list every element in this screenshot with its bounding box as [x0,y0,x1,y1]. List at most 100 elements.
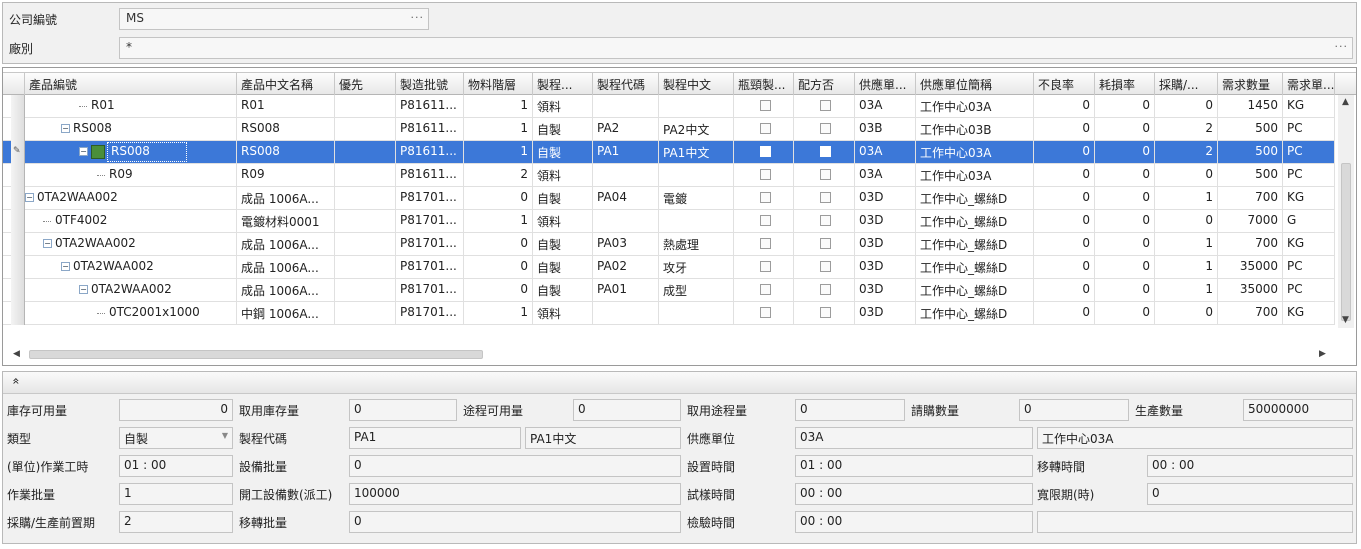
supp-cell[interactable]: 03D [855,233,916,256]
qty-cell[interactable]: 1450 [1218,95,1283,118]
bottleneck-checkbox[interactable] [734,279,794,302]
table-row[interactable]: R09 R09 P81611... 2 領料 03A 工作中心03A 0 0 0 500 PC [3,164,1335,187]
supp-cell[interactable]: 03D [855,187,916,210]
tree-cell[interactable]: R09 [25,164,237,187]
pname-cell[interactable]: PA1中文 [659,141,734,164]
bottleneck-checkbox[interactable] [734,256,794,279]
scroll-down-icon[interactable]: ▼ [1342,315,1349,325]
batch-cell[interactable]: P81611... [396,164,464,187]
checkbox[interactable] [820,146,831,157]
formula-checkbox[interactable] [794,256,855,279]
lead-field[interactable]: 2 [119,511,233,533]
suppname-cell[interactable]: 工作中心03B [916,118,1034,141]
tree-collapse-icon[interactable]: − [25,193,34,202]
defect-cell[interactable]: 0 [1034,302,1095,325]
defect-cell[interactable]: 0 [1034,164,1095,187]
supp-cell[interactable]: 03B [855,118,916,141]
checkbox[interactable] [820,215,831,226]
row-indicator[interactable] [11,210,25,233]
formula-checkbox[interactable] [794,141,855,164]
level-cell[interactable]: 0 [464,233,533,256]
checkbox[interactable] [760,100,771,111]
pname-cell[interactable]: 熱處理 [659,233,734,256]
transit-avail-field[interactable]: 0 [573,399,681,421]
pri-cell[interactable] [335,233,396,256]
row-indicator[interactable] [11,233,25,256]
supp-cell[interactable]: 03D [855,279,916,302]
pcode-cell[interactable] [593,302,659,325]
purch-cell[interactable]: 2 [1155,141,1218,164]
unit-cell[interactable]: PC [1283,256,1335,279]
loss-cell[interactable]: 0 [1095,210,1155,233]
loss-cell[interactable]: 0 [1095,233,1155,256]
batch-cell[interactable]: P81701... [396,279,464,302]
suppname-cell[interactable]: 工作中心_螺絲D [916,279,1034,302]
checkbox[interactable] [760,215,771,226]
loss-cell[interactable]: 0 [1095,302,1155,325]
take-stock-field[interactable]: 0 [349,399,457,421]
pcode-cell[interactable]: PA2 [593,118,659,141]
level-cell[interactable]: 0 [464,256,533,279]
name-cell[interactable]: RS008 [237,141,335,164]
scroll-up-icon[interactable]: ▲ [1342,97,1349,107]
tree-collapse-icon[interactable]: − [43,239,52,248]
row-indicator[interactable] [11,118,25,141]
tree-cell[interactable]: −0TA2WAA002 [25,256,237,279]
table-row[interactable]: −0TA2WAA002 成品 1006A... P81701... 0 自製 PA03 熱處… [3,233,1335,256]
extra-field[interactable] [1037,511,1353,533]
scroll-left-icon[interactable]: ◀ [13,349,20,359]
table-row[interactable]: −0TA2WAA002 成品 1006A... P81701... 0 自製 PA02 攻牙… [3,256,1335,279]
horizontal-scroll-thumb[interactable] [29,350,483,359]
formula-checkbox[interactable] [794,302,855,325]
checkbox[interactable] [760,307,771,318]
tree-cell[interactable]: −0TA2WAA002 [25,187,237,210]
bottleneck-checkbox[interactable] [734,302,794,325]
purchase-qty-field[interactable]: 0 [1019,399,1129,421]
tree-collapse-icon[interactable]: − [79,147,88,156]
tree-cell[interactable]: −0TA2WAA002 [25,279,237,302]
supp-cell[interactable]: 03A [855,95,916,118]
proc-cell[interactable]: 自製 [533,279,593,302]
name-cell[interactable]: 成品 1006A... [237,187,335,210]
proc-cell[interactable]: 自製 [533,118,593,141]
company-lookup-icon[interactable]: ··· [411,11,425,24]
name-cell[interactable]: 成品 1006A... [237,233,335,256]
equip-batch-field[interactable]: 0 [349,455,681,477]
level-cell[interactable]: 0 [464,279,533,302]
checkbox[interactable] [820,123,831,134]
loss-cell[interactable]: 0 [1095,164,1155,187]
name-cell[interactable]: 成品 1006A... [237,279,335,302]
proc-cell[interactable]: 領料 [533,95,593,118]
qty-cell[interactable]: 700 [1218,302,1283,325]
tree-cell[interactable]: 0TF4002 [25,210,237,233]
column-header[interactable]: 製程... [533,73,593,95]
defect-cell[interactable]: 0 [1034,256,1095,279]
batch-cell[interactable]: P81701... [396,187,464,210]
purch-cell[interactable]: 1 [1155,256,1218,279]
checkbox[interactable] [820,261,831,272]
bottleneck-checkbox[interactable] [734,233,794,256]
scroll-right-icon[interactable]: ▶ [1319,349,1326,359]
formula-checkbox[interactable] [794,279,855,302]
checkbox[interactable] [820,307,831,318]
pcode-cell[interactable] [593,95,659,118]
suppname-cell[interactable]: 工作中心03A [916,141,1034,164]
vertical-scrollbar[interactable]: ▲ ▼ [1338,95,1354,328]
batch-cell[interactable]: P81701... [396,233,464,256]
defect-cell[interactable]: 0 [1034,210,1095,233]
checkbox[interactable] [760,261,771,272]
table-row[interactable]: −0TA2WAA002 成品 1006A... P81701... 0 自製 PA04 電鍍… [3,187,1335,210]
loss-cell[interactable]: 0 [1095,118,1155,141]
proc-cell[interactable]: 自製 [533,233,593,256]
level-cell[interactable]: 1 [464,141,533,164]
pri-cell[interactable] [335,141,396,164]
checkbox[interactable] [820,238,831,249]
qty-cell[interactable]: 700 [1218,233,1283,256]
pcode-cell[interactable]: PA04 [593,187,659,210]
supp-cell[interactable]: 03A [855,164,916,187]
pri-cell[interactable] [335,210,396,233]
formula-checkbox[interactable] [794,210,855,233]
column-header[interactable]: 製程中文 [659,73,734,95]
proc-cell[interactable]: 自製 [533,256,593,279]
loss-cell[interactable]: 0 [1095,279,1155,302]
